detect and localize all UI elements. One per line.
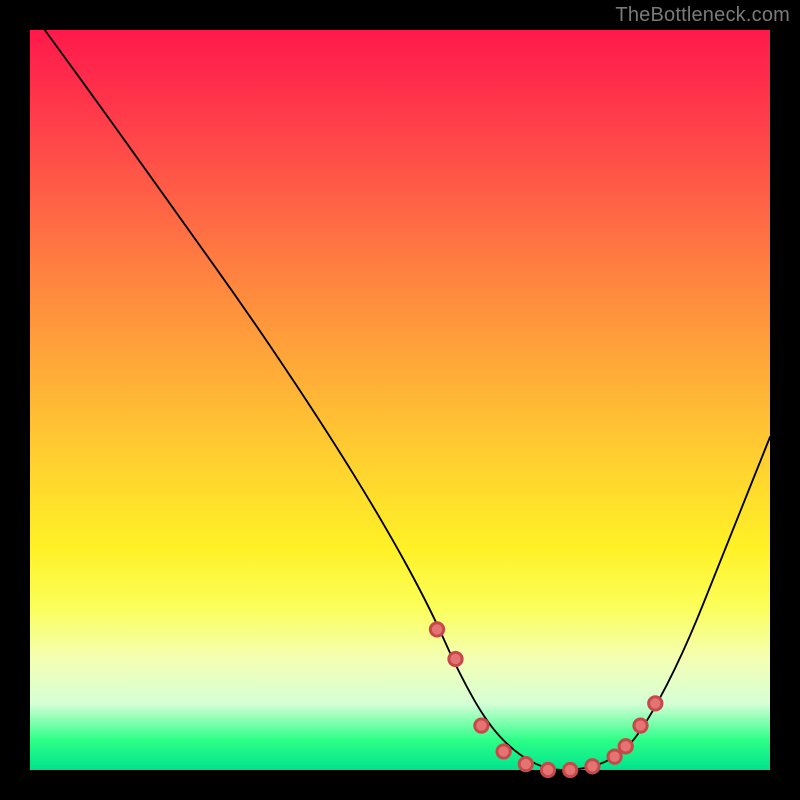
marker-dot [449, 652, 462, 665]
marker-dot [519, 757, 532, 770]
marker-dot [608, 750, 621, 763]
marker-dot [619, 740, 632, 753]
marker-group [430, 623, 662, 777]
chart-frame: TheBottleneck.com [0, 0, 800, 800]
marker-dot [649, 697, 662, 710]
marker-dot [586, 760, 599, 773]
watermark-label: TheBottleneck.com [615, 4, 790, 27]
bottleneck-curve [45, 30, 770, 770]
marker-dot [430, 623, 443, 636]
plot-area [30, 30, 770, 770]
marker-dot [541, 763, 554, 776]
marker-dot [634, 719, 647, 732]
marker-dot [564, 763, 577, 776]
chart-svg [30, 30, 770, 770]
marker-dot [497, 745, 510, 758]
marker-dot [475, 719, 488, 732]
